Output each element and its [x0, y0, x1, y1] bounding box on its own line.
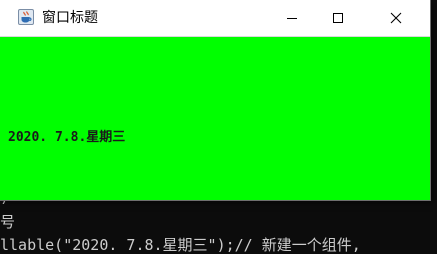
date-label: 2020. 7.8.星期三: [8, 130, 126, 145]
console-line: llable("2020. 7.8.星期三");// 新建一个组件,: [0, 236, 361, 254]
title-bar[interactable]: 窗口标题: [0, 0, 430, 37]
maximize-icon: [332, 9, 344, 28]
console-line: 号: [0, 213, 16, 231]
close-icon: [390, 9, 402, 28]
maximize-button[interactable]: [315, 0, 361, 36]
java-coffee-cup-icon[interactable]: [18, 9, 34, 25]
app-window: 窗口标题 2020. 7.8.星期三: [0, 0, 430, 200]
close-button[interactable]: [373, 0, 419, 36]
minimize-button[interactable]: [269, 0, 315, 36]
minimize-icon: [286, 9, 298, 28]
content-panel: 2020. 7.8.星期三: [0, 37, 430, 200]
window-title: 窗口标题: [42, 10, 98, 26]
